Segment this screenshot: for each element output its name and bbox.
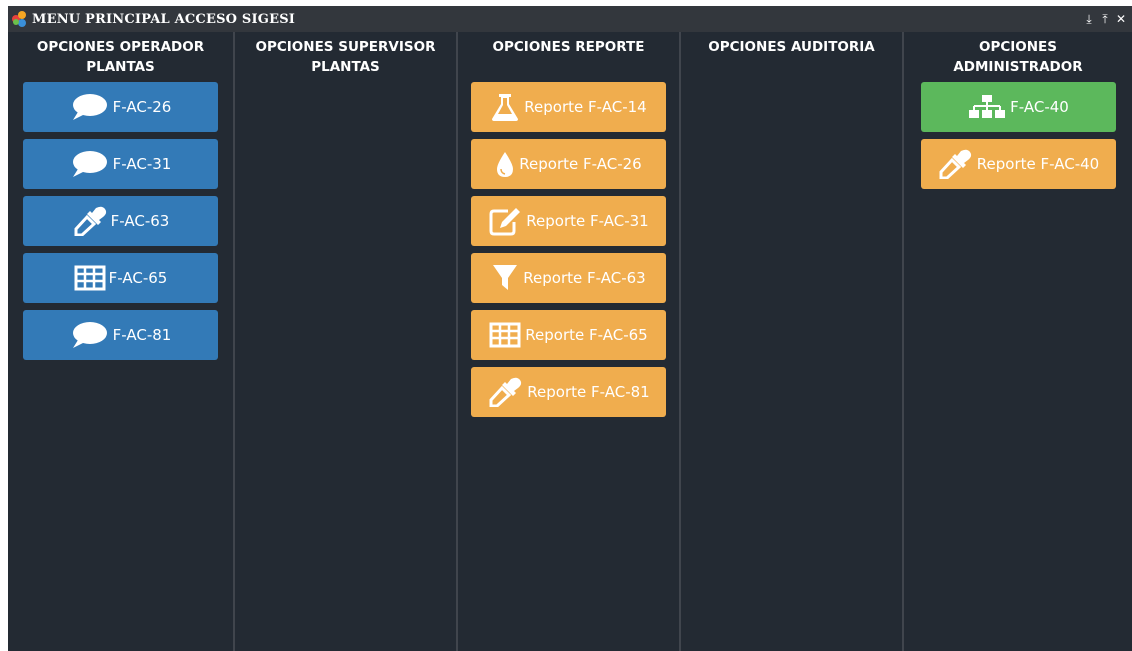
reporte-f-ac-40-button[interactable]: Reporte F-AC-40 — [920, 139, 1116, 189]
flask-icon — [490, 92, 520, 122]
f-ac-63-button[interactable]: F-AC-63 — [23, 196, 218, 246]
button-label: Reporte F-AC-65 — [525, 326, 648, 344]
download-icon[interactable]: ⤓ — [1082, 11, 1096, 27]
supervisor-plantas-header: OPCIONES SUPERVISOR PLANTAS — [255, 39, 436, 75]
eyedropper-icon — [72, 206, 108, 236]
administrador-header: OPCIONES ADMINISTRADOR — [953, 39, 1083, 75]
filter-icon — [491, 263, 519, 293]
upload-icon[interactable]: ⤒ — [1098, 11, 1112, 27]
comment-icon — [70, 320, 110, 350]
window-title: MENU PRINCIPAL ACCESO SIGESI — [32, 11, 296, 27]
edit-icon — [488, 206, 522, 236]
table-icon — [74, 265, 106, 291]
f-ac-26-button[interactable]: F-AC-26 — [23, 82, 218, 132]
comment-icon — [70, 92, 110, 122]
reporte-f-ac-81-button[interactable]: Reporte F-AC-81 — [471, 367, 666, 417]
administrador-column: OPCIONES ADMINISTRADOR F-AC-40 Reporte F… — [904, 32, 1132, 651]
reporte-f-ac-65-button[interactable]: Reporte F-AC-65 — [471, 310, 666, 360]
f-ac-40-button[interactable]: F-AC-40 — [920, 82, 1116, 132]
operador-plantas-header: OPCIONES OPERADOR PLANTAS — [36, 39, 205, 75]
window-controls: ⤓ ⤒ ✕ — [1082, 11, 1128, 27]
reporte-f-ac-26-button[interactable]: Reporte F-AC-26 — [471, 139, 666, 189]
f-ac-31-button[interactable]: F-AC-31 — [23, 139, 218, 189]
reporte-f-ac-14-button[interactable]: Reporte F-AC-14 — [471, 82, 666, 132]
operador-plantas-column: OPCIONES OPERADOR PLANTAS F-AC-26 F-AC-3… — [8, 32, 233, 651]
app-logo-icon — [12, 11, 28, 27]
eyedropper-icon — [487, 377, 523, 407]
button-label: F-AC-65 — [108, 269, 168, 287]
button-label: F-AC-81 — [112, 326, 172, 344]
button-label: Reporte F-AC-26 — [519, 155, 642, 173]
supervisor-plantas-column: OPCIONES SUPERVISOR PLANTAS — [235, 32, 456, 651]
button-label: F-AC-31 — [112, 155, 172, 173]
button-label: Reporte F-AC-63 — [523, 269, 646, 287]
table-icon — [489, 322, 521, 348]
auditoria-header: OPCIONES AUDITORIA — [708, 39, 875, 55]
button-label: F-AC-63 — [110, 212, 170, 230]
f-ac-81-button[interactable]: F-AC-81 — [23, 310, 218, 360]
reporte-header: OPCIONES REPORTE — [492, 39, 645, 55]
sitemap-icon — [967, 94, 1007, 120]
main-window: MENU PRINCIPAL ACCESO SIGESI ⤓ ⤒ ✕ OPCIO… — [8, 6, 1132, 651]
button-label: Reporte F-AC-31 — [526, 212, 649, 230]
button-label: Reporte F-AC-81 — [527, 383, 650, 401]
reporte-column: OPCIONES REPORTE Reporte F-AC-14 Reporte… — [458, 32, 679, 651]
f-ac-65-button[interactable]: F-AC-65 — [23, 253, 218, 303]
reporte-f-ac-31-button[interactable]: Reporte F-AC-31 — [471, 196, 666, 246]
button-label: Reporte F-AC-14 — [524, 98, 647, 116]
droplet-icon — [495, 150, 515, 178]
button-label: Reporte F-AC-40 — [976, 155, 1100, 173]
close-icon[interactable]: ✕ — [1114, 11, 1128, 27]
comment-icon — [70, 149, 110, 179]
menu-panels: OPCIONES OPERADOR PLANTAS F-AC-26 F-AC-3… — [8, 32, 1132, 651]
eyedropper-icon — [937, 149, 973, 179]
auditoria-column: OPCIONES AUDITORIA — [681, 32, 902, 651]
reporte-f-ac-63-button[interactable]: Reporte F-AC-63 — [471, 253, 666, 303]
title-bar[interactable]: MENU PRINCIPAL ACCESO SIGESI ⤓ ⤒ ✕ — [8, 6, 1132, 32]
button-label: F-AC-40 — [1010, 98, 1069, 116]
button-label: F-AC-26 — [112, 98, 172, 116]
